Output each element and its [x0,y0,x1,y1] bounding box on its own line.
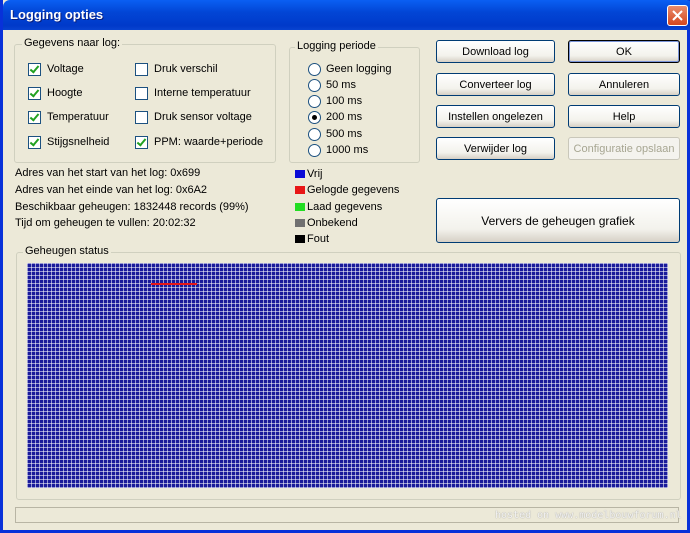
radio-1000ms-circle[interactable] [308,143,321,157]
checkbox-temperatuur[interactable]: Temperatuur [28,109,109,125]
delete-log-button[interactable]: Verwijder log [436,137,555,160]
checkbox-druk-sensor-voltage-label: Druk sensor voltage [154,111,252,123]
legend-label-free: Vrij [307,168,323,180]
legend-label-unknown: Onbekend [307,217,358,229]
convert-log-button[interactable]: Converteer log [436,73,555,96]
radio-500ms[interactable]: 500 ms [308,126,362,142]
close-button[interactable] [667,5,688,26]
legend-label-error: Fout [307,233,330,245]
checkbox-temperatuur-box[interactable] [28,110,41,124]
checkbox-voltage-box[interactable] [28,62,41,76]
checkbox-voltage-label: Voltage [47,63,84,75]
refresh-memory-chart-button[interactable]: Ververs de geheugen grafiek [436,198,680,243]
checkbox-ppm-box[interactable] [135,135,148,149]
legend-swatch-error [295,235,305,243]
checkbox-druk-verschil-box[interactable] [135,62,148,76]
radio-geen-logging[interactable]: Geen logging [308,61,391,77]
log-end-address: Adres van het einde van het log: 0x6A2 [15,184,208,196]
radio-100ms-circle[interactable] [308,94,321,108]
checkbox-ppm[interactable]: PPM: waarde+periode [135,134,263,150]
window-title: Logging opties [10,7,104,22]
watermark: hosted on www.modelbouwforum.nl [495,510,682,521]
checkbox-temperatuur-label: Temperatuur [47,111,109,123]
radio-500ms-label: 500 ms [326,128,363,140]
radio-200ms-circle[interactable] [308,110,321,124]
log-start-address: Adres van het start van het log: 0x699 [15,167,201,179]
radio-geen-logging-label: Geen logging [326,63,392,75]
radio-1000ms-label: 1000 ms [326,144,369,156]
legend-item-free: Vrij [295,167,322,181]
radio-geen-logging-circle[interactable] [308,62,321,76]
checkbox-stijgsnelheid-label: Stijgsnelheid [47,136,110,148]
checkbox-druk-verschil[interactable]: Druk verschil [135,61,218,77]
memory-status-group-label: Geheugen status [23,245,111,257]
checkbox-voltage[interactable]: Voltage [28,61,84,77]
help-button[interactable]: Help [568,105,680,128]
radio-50ms-circle[interactable] [308,78,321,92]
logging-period-group-label: Logging periode [295,40,378,52]
checkbox-hoogte-box[interactable] [28,86,41,100]
legend-item-unknown: Onbekend [295,216,358,230]
radio-50ms-label: 50 ms [326,79,356,91]
logging-options-dialog: Logging opties Gegevens naar log: Voltag… [0,0,690,533]
radio-1000ms[interactable]: 1000 ms [308,142,368,158]
checkbox-hoogte-label: Hoogte [47,87,83,99]
save-config-button[interactable]: Configuratie opslaan [568,137,680,160]
radio-100ms-label: 100 ms [326,95,363,107]
legend-item-error: Fout [295,232,329,246]
radio-500ms-circle[interactable] [308,127,321,141]
legend-label-logged: Gelogde gegevens [307,184,400,196]
checkbox-interne-temperatuur[interactable]: Interne temperatuur [135,85,251,101]
radio-200ms-label: 200 ms [326,111,363,123]
time-to-fill: Tijd om geheugen te vullen: 20:02:32 [15,217,196,229]
checkbox-druk-sensor-voltage[interactable]: Druk sensor voltage [135,109,252,125]
legend-item-logged: Gelogde gegevens [295,183,399,197]
legend-item-loading: Laad gegevens [295,200,382,214]
title-bar: Logging opties [3,0,690,30]
available-memory: Beschikbaar geheugen: 1832448 records (9… [15,201,249,213]
radio-200ms[interactable]: 200 ms [308,109,362,125]
legend-swatch-unknown [295,219,305,227]
checkbox-druk-verschil-label: Druk verschil [154,63,218,75]
checkbox-stijgsnelheid-box[interactable] [28,135,41,149]
legend-swatch-free [295,170,305,178]
checkbox-druk-sensor-voltage-box[interactable] [135,110,148,124]
checkbox-ppm-label: PPM: waarde+periode [154,136,264,148]
memory-map-grid [27,263,668,488]
legend-label-loading: Laad gegevens [307,201,383,213]
checkbox-stijgsnelheid[interactable]: Stijgsnelheid [28,134,109,150]
radio-50ms[interactable]: 50 ms [308,77,356,93]
checkbox-hoogte[interactable]: Hoogte [28,85,82,101]
log-data-group-label: Gegevens naar log: [22,37,123,49]
radio-100ms[interactable]: 100 ms [308,93,362,109]
legend-swatch-loading [295,203,305,211]
legend-swatch-logged [295,186,305,194]
set-unread-button[interactable]: Instellen ongelezen [436,105,555,128]
logged-data-block [151,283,197,285]
ok-button[interactable]: OK [568,40,680,63]
download-log-button[interactable]: Download log [436,40,555,63]
checkbox-interne-temperatuur-label: Interne temperatuur [154,87,251,99]
cancel-button[interactable]: Annuleren [568,73,680,96]
checkbox-interne-temperatuur-box[interactable] [135,86,148,100]
